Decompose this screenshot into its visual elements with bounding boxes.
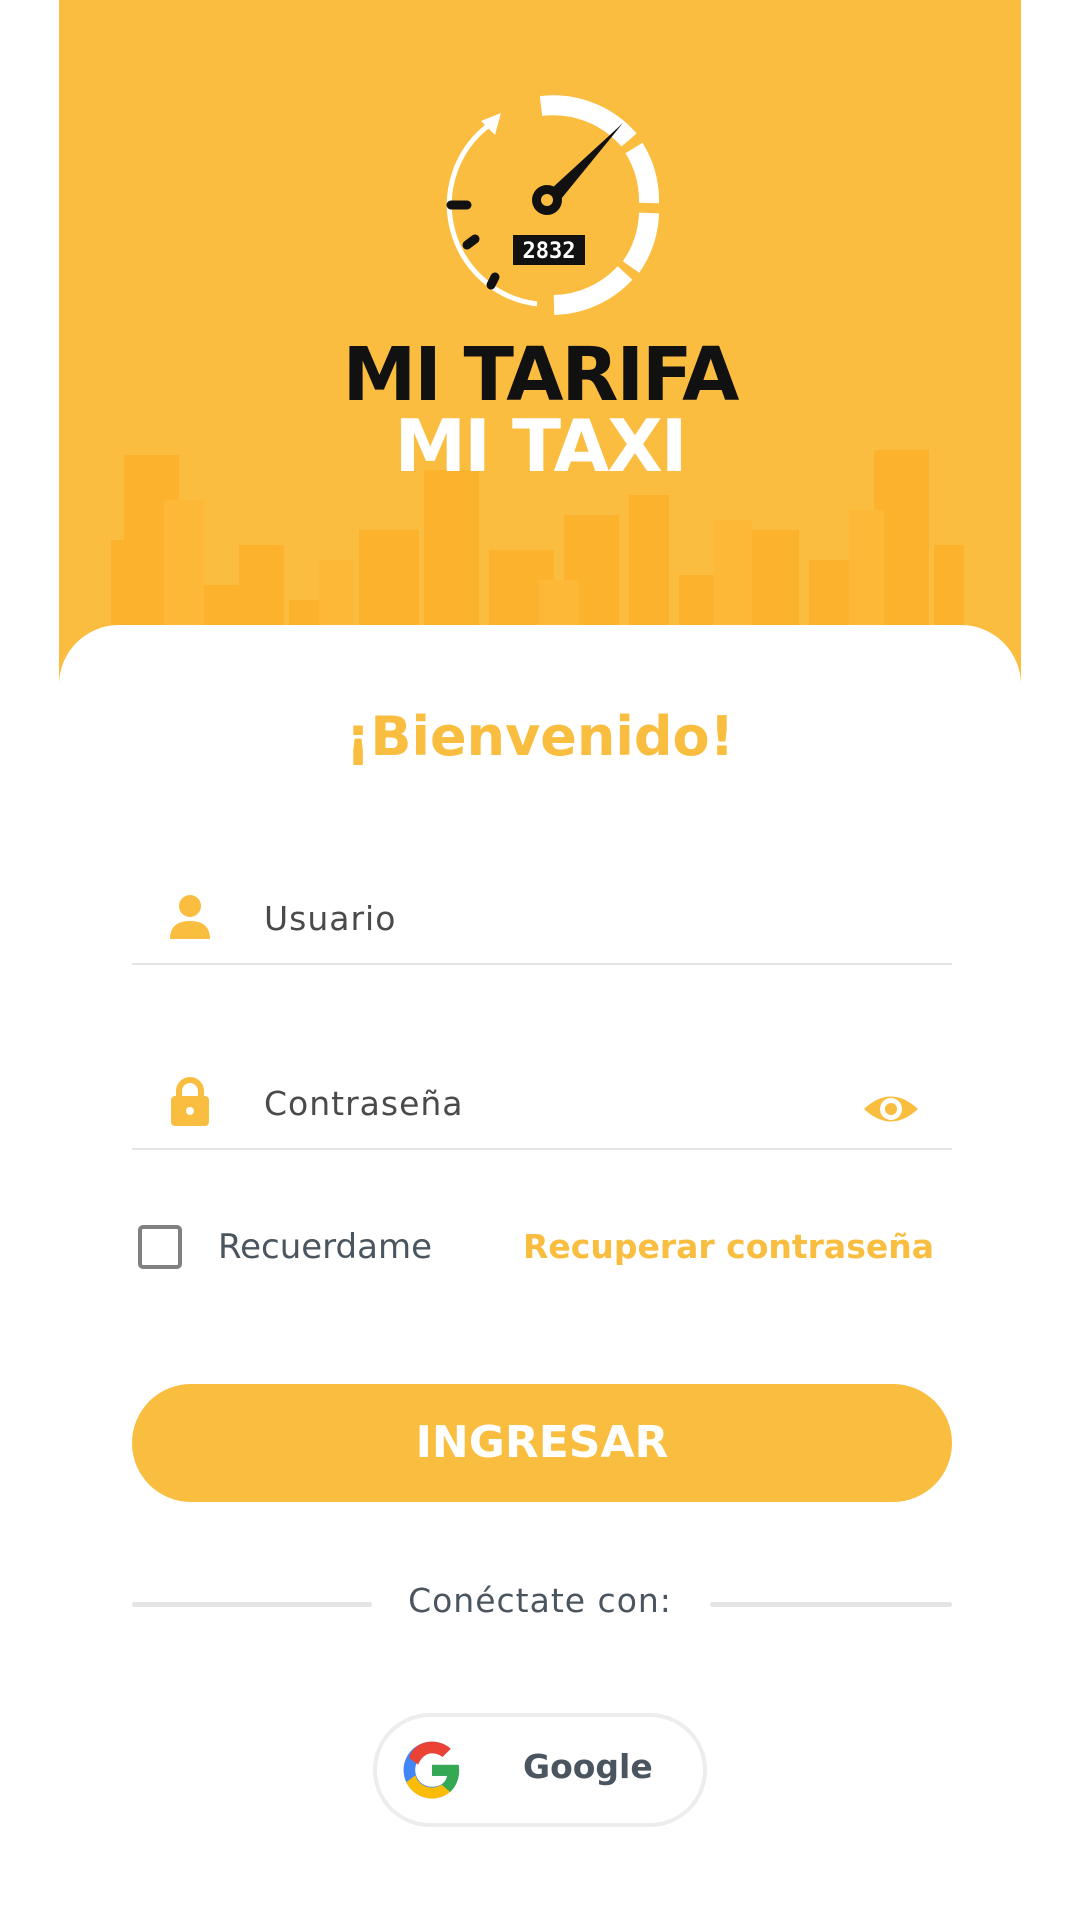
remember-checkbox[interactable] bbox=[138, 1225, 182, 1269]
google-signin-button[interactable]: Google bbox=[373, 1713, 707, 1827]
taximeter-logo: 2832 bbox=[446, 95, 659, 315]
meter-reading: 2832 bbox=[523, 239, 576, 264]
brand-subtitle: MI TAXI bbox=[394, 404, 687, 488]
divider-right bbox=[710, 1602, 952, 1607]
app-screen: 2832 MI TARIFA MI TAXI ¡Bienvenido! Usua… bbox=[59, 0, 1021, 1920]
eye-icon[interactable] bbox=[862, 1088, 920, 1130]
login-card: ¡Bienvenido! Recuerdame R bbox=[59, 625, 1021, 1920]
lock-icon bbox=[171, 1077, 209, 1126]
username-field bbox=[132, 855, 952, 965]
google-label: Google bbox=[523, 1747, 653, 1786]
recover-password-link[interactable]: Recuperar contraseña bbox=[523, 1227, 934, 1266]
login-button[interactable]: INGRESAR bbox=[132, 1384, 952, 1502]
google-logo-icon bbox=[403, 1741, 460, 1799]
password-field bbox=[132, 1040, 952, 1150]
header-banner: 2832 MI TARIFA MI TAXI bbox=[59, 0, 1021, 700]
remember-row: Recuerdame Recuperar contraseña bbox=[132, 1215, 952, 1285]
welcome-heading: ¡Bienvenido! bbox=[345, 705, 735, 768]
password-input[interactable] bbox=[262, 1070, 826, 1136]
remember-label: Recuerdame bbox=[218, 1227, 433, 1267]
user-icon bbox=[170, 895, 210, 939]
connect-with-label: Conéctate con: bbox=[408, 1581, 672, 1620]
username-input[interactable] bbox=[262, 885, 826, 951]
brand-title: MI TARIFA bbox=[342, 332, 740, 418]
